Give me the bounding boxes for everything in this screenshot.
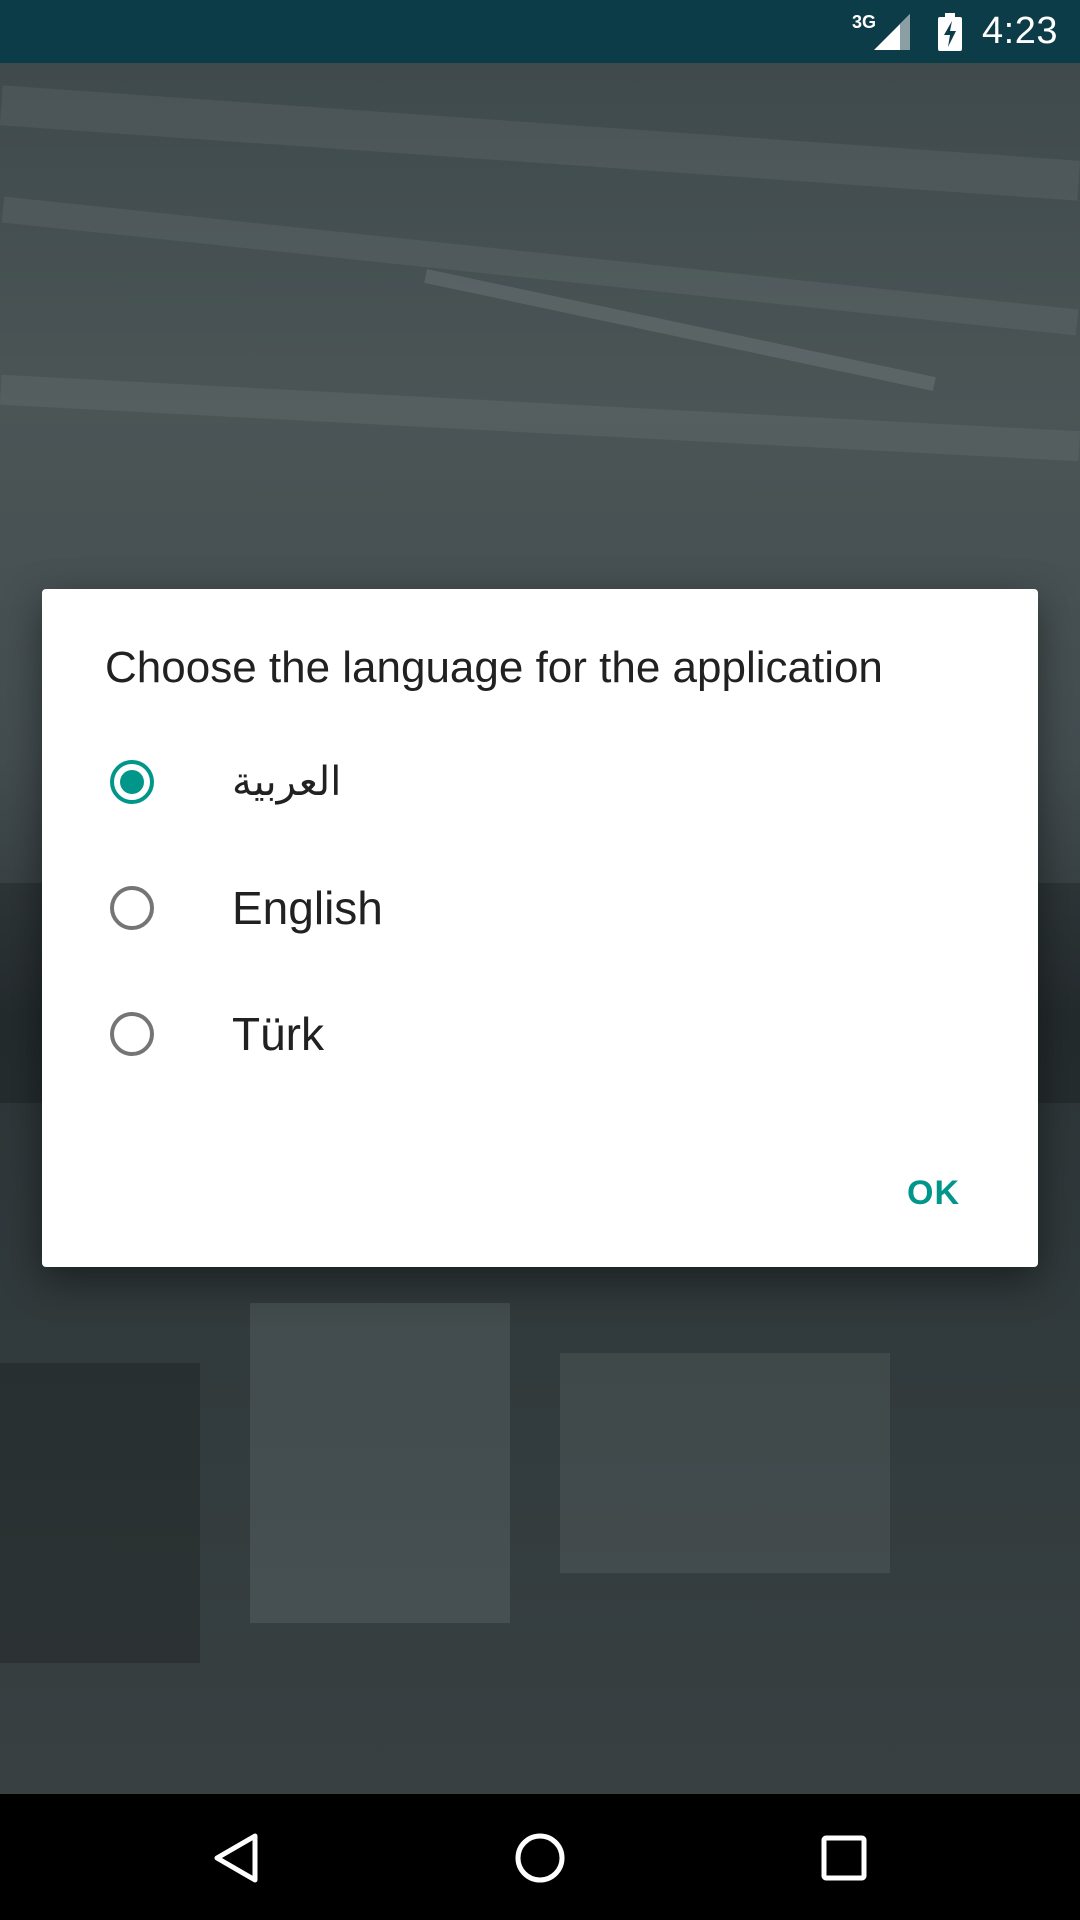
radio-button-checked[interactable] [110,760,154,804]
battery-icon [938,12,963,51]
radio-button[interactable] [110,1012,154,1056]
language-dialog: Choose the language for the application … [42,589,1038,1267]
clock-time: 4:23 [982,10,1058,52]
status-bar: 3G 4:23 [0,0,1080,63]
language-option-turkish[interactable]: Türk [42,971,1038,1097]
home-icon[interactable] [514,1832,566,1884]
language-option-label: العربية [232,759,342,805]
language-option-arabic[interactable]: العربية [42,719,1038,845]
recents-icon[interactable] [818,1832,870,1884]
dialog-title: Choose the language for the application [105,643,883,692]
ok-button[interactable]: OK [899,1164,968,1223]
language-option-label: Türk [232,1008,324,1060]
radio-button[interactable] [110,886,154,930]
radio-dot-icon [120,770,144,794]
navigation-bar [0,1794,1080,1920]
language-option-english[interactable]: English [42,845,1038,971]
language-option-label: English [232,882,383,934]
signal-icon [872,13,912,50]
back-icon[interactable] [210,1832,262,1884]
screen: 3G 4:23 Choose the language for the appl… [0,0,1080,1920]
